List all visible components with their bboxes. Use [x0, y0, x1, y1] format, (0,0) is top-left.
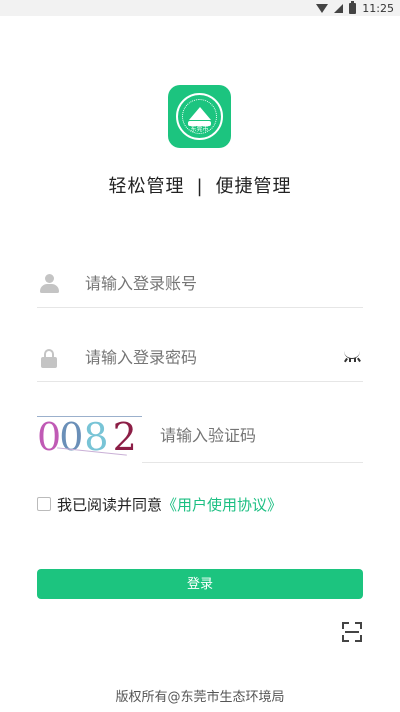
username-row — [37, 262, 363, 308]
captcha-digit: 0 — [37, 415, 62, 459]
agreement-link[interactable]: 《用户使用协议》 — [162, 494, 282, 515]
captcha-input[interactable] — [160, 411, 350, 463]
eye-closed-icon[interactable] — [343, 351, 361, 365]
app-logo: 东莞市 — [168, 85, 231, 148]
password-input[interactable] — [85, 336, 325, 382]
password-row — [37, 336, 363, 382]
status-icons: 11:25 — [316, 0, 394, 15]
captcha-digit: 8 — [82, 414, 111, 460]
captcha-digit: 0 — [59, 415, 84, 459]
user-icon — [39, 274, 59, 294]
lock-icon — [39, 348, 59, 368]
slogan-left: 轻松管理 — [108, 176, 185, 197]
slogan-separator: | — [196, 176, 204, 197]
captcha-image[interactable]: 0082 — [37, 411, 142, 463]
logo-text: 东莞市 — [190, 126, 209, 133]
agreement-prefix: 我已阅读并同意 — [57, 495, 163, 514]
slogan-right: 便捷管理 — [215, 176, 292, 197]
agreement-row: 我已阅读并同意 《用户使用协议》 — [37, 494, 282, 514]
battery-icon — [349, 0, 357, 14]
slogan: 轻松管理 | 便捷管理 — [0, 172, 400, 198]
wifi-icon — [316, 3, 329, 13]
environment-seal-icon: 东莞市 — [176, 93, 223, 140]
copyright-text: 版权所有@东莞市生态环境局 — [115, 690, 285, 705]
login-button[interactable]: 登录 — [37, 569, 363, 599]
agreement-checkbox[interactable] — [37, 497, 51, 511]
status-time: 11:25 — [362, 1, 394, 15]
signal-icon — [334, 3, 344, 13]
status-bar: 11:25 — [0, 0, 400, 16]
username-input[interactable] — [85, 262, 325, 308]
scan-icon[interactable] — [342, 622, 362, 642]
